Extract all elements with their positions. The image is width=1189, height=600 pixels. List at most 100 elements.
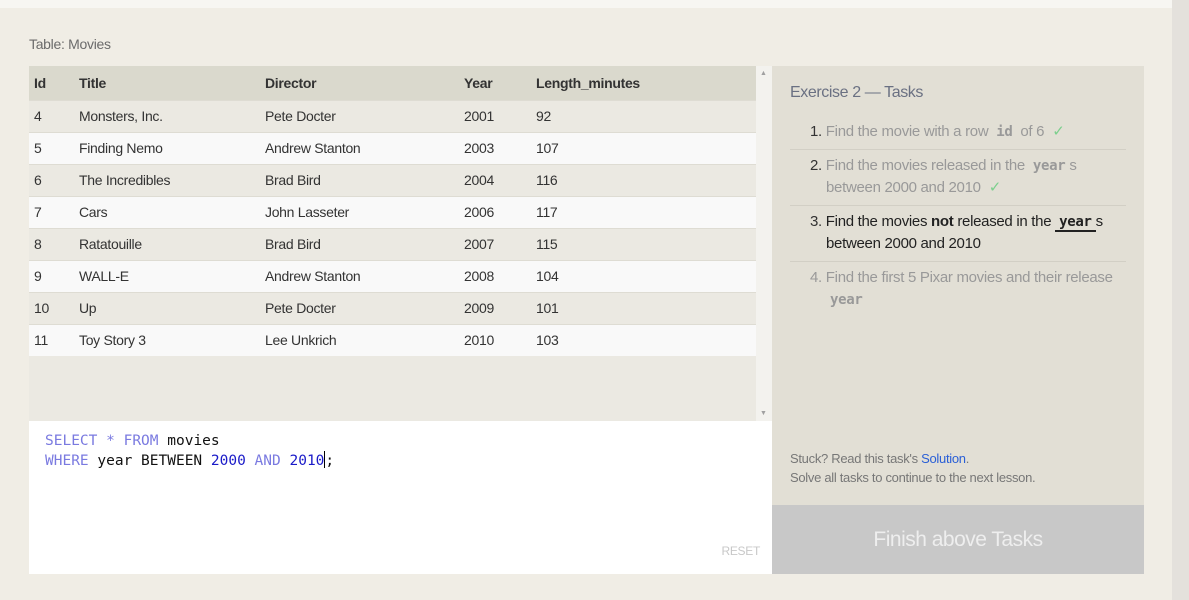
table-cell: 2006 [459,195,531,228]
stuck-text: Stuck? Read this task's [790,451,922,466]
tasks-panel: Exercise 2 — Tasks 1. Find the movie wit… [772,66,1144,505]
keyword: SELECT [45,433,98,449]
results-table: Id Title Director Year Length_minutes 4 Monst… [29,66,756,356]
table-cell: Pete Docter [260,291,459,324]
task-text: Find the movies [825,213,932,230]
keyword: BETWEEN [141,453,203,469]
top-band [0,0,1172,8]
table-cell: 8 [29,227,74,260]
table-label: Table: Movies [29,36,111,52]
task-code: year [1055,214,1096,232]
identifier: movies [167,433,220,449]
table-cell: Toy Story 3 [74,323,260,356]
table-cell: 2008 [459,259,531,292]
table-scrollbar[interactable]: ▲ ▼ [756,66,772,421]
table-row: 9 WALL-E Andrew Stanton 2008 104 [29,259,756,292]
solve-all-text: Solve all tasks to continue to the next … [790,470,1036,485]
task-code: year [1032,158,1066,174]
punct: . [965,451,970,466]
table-cell: WALL-E [74,259,260,292]
table-cell: 2001 [459,99,531,132]
table-cell: 9 [29,259,74,292]
task-text: of 6 [1016,123,1045,140]
code-line-2: WHERE year BETWEEN 2000 AND 2010; [45,451,756,471]
task-item-4: 4. Find the first 5 Pixar movies and the… [790,262,1126,317]
table-cell: 107 [531,131,756,164]
table-cell: 116 [531,163,756,196]
task-text: Find the movies released in the [825,157,1029,174]
table-cell: 104 [531,259,756,292]
table-cell: Monsters, Inc. [74,99,260,132]
table-cell: 103 [531,323,756,356]
semicolon: ; [325,453,335,469]
check-icon: ✓ [988,179,1002,196]
finish-tasks-button[interactable]: Finish above Tasks [772,505,1144,574]
table-cell: Pete Docter [260,99,459,132]
table-cell: 2007 [459,227,531,260]
column-header: Year [459,66,531,100]
table-cell: 92 [531,99,756,132]
number: 2000 [210,453,246,469]
table-cell: 6 [29,163,74,196]
task-number: 1. [810,123,822,140]
table-cell: Cars [74,195,260,228]
table-cell: 2010 [459,323,531,356]
tasks-title: Exercise 2 — Tasks [790,84,923,101]
column-header: Director [260,66,459,100]
keyword: FROM [123,433,159,449]
page-scrollbar[interactable] [1172,0,1189,600]
help-text: Stuck? Read this task's Solution. Solve … [790,449,1036,487]
keyword: AND [254,453,281,469]
table-cell: Ratatouille [74,227,260,260]
code-line-1: SELECT * FROM movies [45,431,756,451]
table-cell: The Incredibles [74,163,260,196]
task-bold: not [931,213,954,230]
table-cell: 11 [29,323,74,356]
table-cell: John Lasseter [260,195,459,228]
identifier: year [97,453,133,469]
table-row: 10 Up Pete Docter 2009 101 [29,291,756,324]
table-cell: 4 [29,99,74,132]
task-code: year [830,292,863,308]
results-table-panel: Id Title Director Year Length_minutes 4 Monst… [29,66,772,421]
table-row: 7 Cars John Lasseter 2006 117 [29,195,756,228]
column-header: Length_minutes [531,66,756,100]
table-row: 5 Finding Nemo Andrew Stanton 2003 107 [29,131,756,164]
table-cell: 115 [531,227,756,260]
number: 2010 [289,453,325,469]
table-cell: 101 [531,291,756,324]
table-cell: Finding Nemo [74,131,260,164]
check-icon: ✓ [1052,123,1065,140]
scroll-down-icon[interactable]: ▼ [760,410,767,417]
column-header: Id [29,66,74,100]
table-cell: 10 [29,291,74,324]
task-list: 1. Find the movie with a row id of 6 ✓ 2.… [790,116,1126,317]
operator: * [106,433,115,449]
table-cell: 7 [29,195,74,228]
scroll-up-icon[interactable]: ▲ [760,70,767,77]
solution-link[interactable]: Solution [921,451,966,466]
table-cell: Brad Bird [260,163,459,196]
column-header: Title [74,66,260,100]
task-item-1: 1. Find the movie with a row id of 6 ✓ [790,116,1126,150]
task-number: 3. [810,213,822,230]
task-number: 2. [810,157,822,174]
table-cell: 2004 [459,163,531,196]
table-row: 4 Monsters, Inc. Pete Docter 2001 92 [29,99,756,132]
reset-button[interactable]: RESET [721,541,760,561]
task-text: released in the [953,213,1056,230]
table-row: 6 The Incredibles Brad Bird 2004 116 [29,163,756,196]
table-cell: 117 [531,195,756,228]
table-cell: 2009 [459,291,531,324]
table-cell: 5 [29,131,74,164]
table-cell: Andrew Stanton [260,259,459,292]
sql-editor[interactable]: SELECT * FROM movies WHERE year BETWEEN … [29,421,772,574]
task-item-3: 3. Find the movies not released in the y… [790,206,1126,262]
table-row: 11 Toy Story 3 Lee Unkrich 2010 103 [29,323,756,356]
task-text: Find the movie with a row [825,123,993,140]
table-cell: Lee Unkrich [260,323,459,356]
task-text: Find the first 5 Pixar movies and their … [825,269,1113,286]
task-item-2: 2. Find the movies released in the year s… [790,150,1126,206]
table-cell: Up [74,291,260,324]
table-row: 8 Ratatouille Brad Bird 2007 115 [29,227,756,260]
